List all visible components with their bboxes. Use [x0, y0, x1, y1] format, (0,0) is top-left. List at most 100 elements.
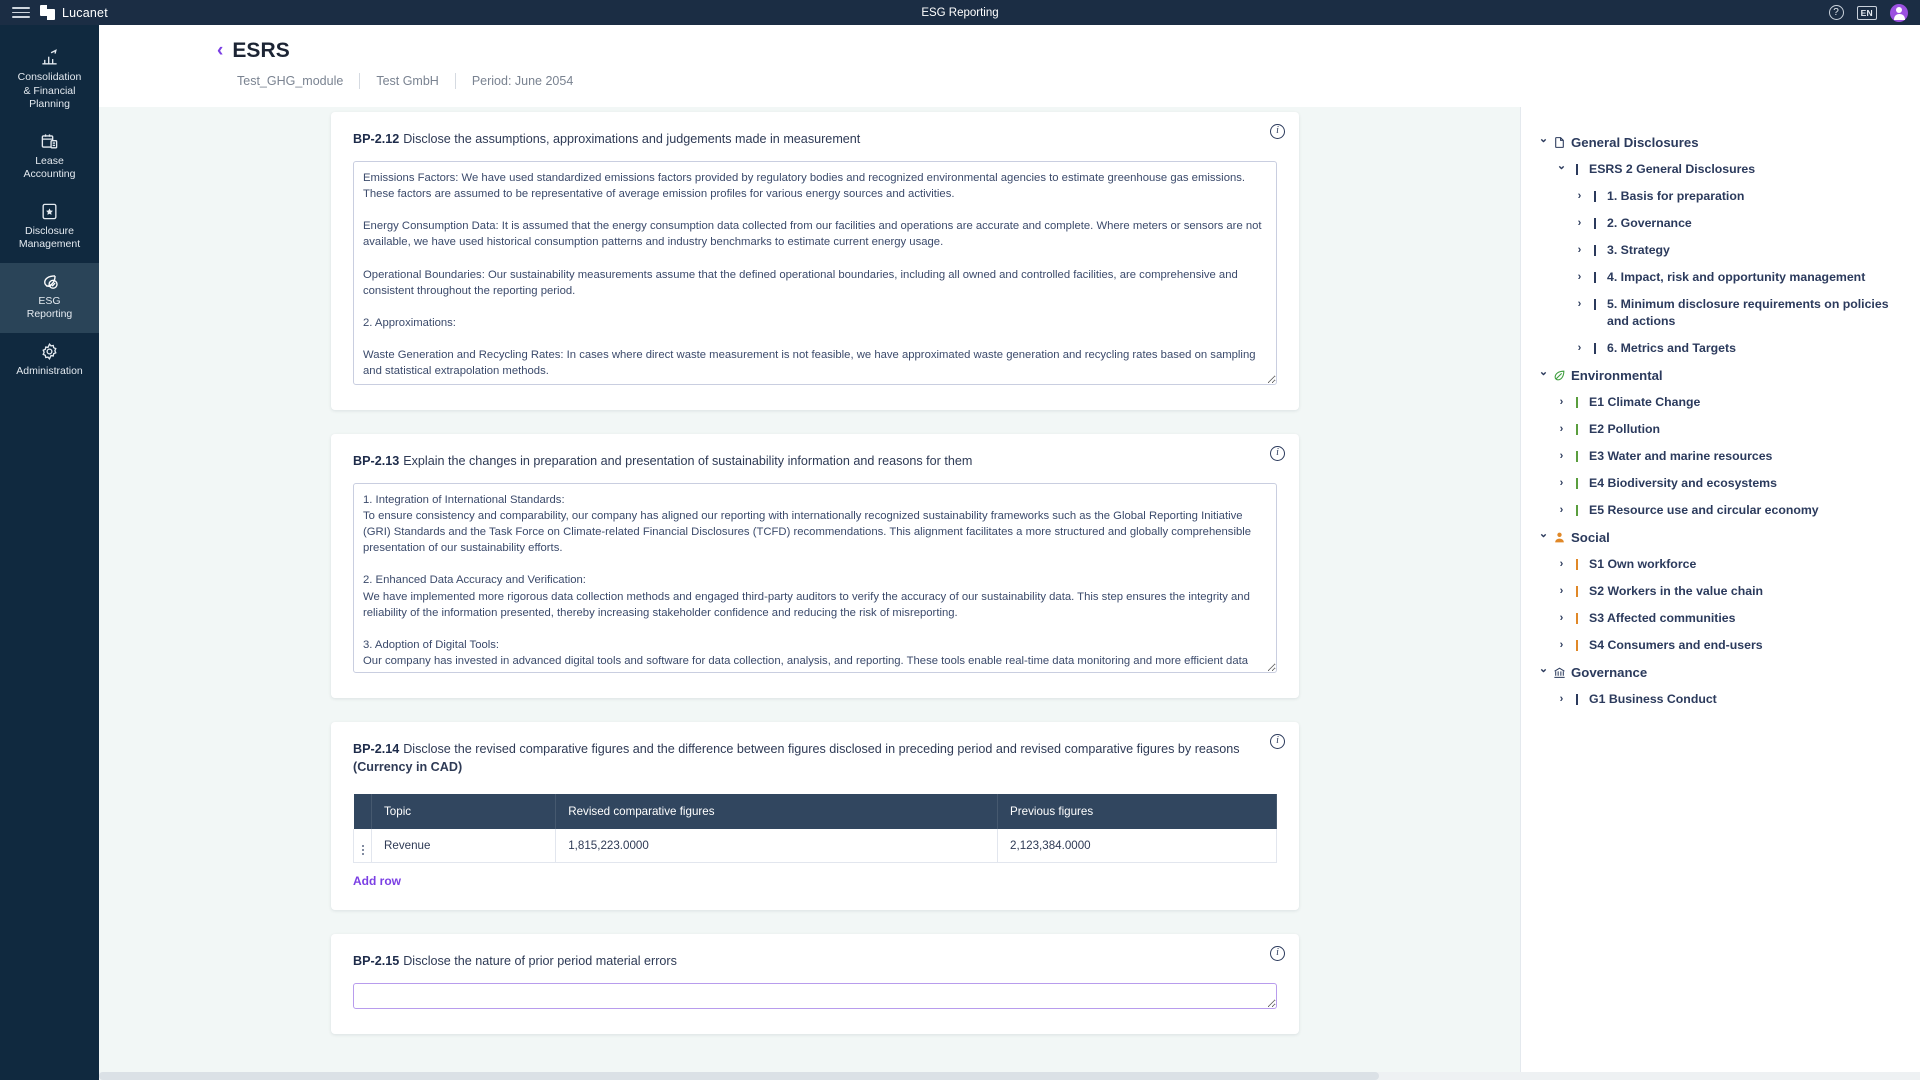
- chevron-right-icon[interactable]: [1555, 421, 1568, 438]
- chevron-right-icon[interactable]: [1555, 583, 1568, 600]
- breadcrumb-item-2[interactable]: Period: June 2054: [472, 74, 573, 88]
- tree-item-label: Governance: [1571, 665, 1648, 680]
- info-icon[interactable]: i: [1270, 124, 1285, 139]
- info-icon[interactable]: i: [1270, 946, 1285, 961]
- tree-item-e1-climate-change[interactable]: E1 Climate Change: [1535, 389, 1910, 416]
- horizontal-scrollbar-thumb[interactable]: [99, 1072, 1379, 1080]
- tree-item-label: 2. Governance: [1607, 216, 1692, 230]
- chevron-right-icon[interactable]: [1555, 448, 1568, 465]
- table-cell[interactable]: 2,123,384.0000: [997, 829, 1277, 863]
- tree-item-esrs-2-general-disclosures[interactable]: ESRS 2 General Disclosures: [1535, 156, 1910, 183]
- tree-item-g1-business-conduct[interactable]: G1 Business Conduct: [1535, 686, 1910, 713]
- brand[interactable]: Lucanet: [40, 5, 108, 20]
- card-code: BP-2.13: [353, 454, 400, 468]
- bar-green-icon: [1568, 421, 1586, 438]
- sidebar-item-disclosure-management[interactable]: Disclosure Management: [0, 193, 99, 263]
- card-code: BP-2.15: [353, 954, 400, 968]
- bar-orange-icon: [1568, 583, 1586, 600]
- chevron-right-icon[interactable]: [1555, 610, 1568, 627]
- tree-item-label: 1. Basis for preparation: [1607, 189, 1745, 203]
- brand-label: Lucanet: [62, 5, 108, 20]
- breadcrumb-item-0[interactable]: Test_GHG_module: [237, 74, 343, 88]
- info-icon[interactable]: i: [1270, 446, 1285, 461]
- avatar[interactable]: [1890, 3, 1908, 22]
- tree-item-s1-own-workforce[interactable]: S1 Own workforce: [1535, 551, 1910, 578]
- horizontal-scrollbar[interactable]: [99, 1072, 1920, 1080]
- tree-item-s2-workers-in-the-value-chain[interactable]: S2 Workers in the value chain: [1535, 578, 1910, 605]
- language-button[interactable]: EN: [1856, 5, 1877, 20]
- tree-item-label: ESRS 2 General Disclosures: [1589, 162, 1756, 176]
- chevron-right-icon[interactable]: [1573, 269, 1586, 286]
- table-header-row: Topic Revised comparative figures Previous…: [353, 794, 1277, 829]
- page-title: ESRS: [232, 39, 290, 62]
- leaf-check-icon: [5, 272, 94, 291]
- answer-textarea[interactable]: [353, 483, 1277, 673]
- chevron-right-icon[interactable]: [1555, 556, 1568, 573]
- tree-item-label: E3 Water and marine resources: [1589, 449, 1773, 463]
- card-title-text: Explain the changes in preparation and p…: [403, 454, 973, 468]
- card-title: BP-2.12 Disclose the assumptions, approxi…: [353, 130, 1277, 148]
- add-row-button[interactable]: Add row: [353, 874, 401, 888]
- breadcrumb-separator: [454, 73, 456, 89]
- tree-item-5-minimum-disclosure-requirements-on-pol[interactable]: 5. Minimum disclosure requirements on po…: [1535, 291, 1910, 335]
- answer-textarea[interactable]: [353, 983, 1277, 1009]
- back-chevron-icon[interactable]: ‹: [217, 41, 223, 60]
- help-icon[interactable]: ?: [1828, 5, 1844, 20]
- breadcrumb-item-1[interactable]: Test GmbH: [376, 74, 439, 88]
- tree-item-governance[interactable]: Governance: [1535, 659, 1910, 686]
- answer-textarea[interactable]: [353, 161, 1277, 385]
- bar-navy-icon: [1568, 691, 1586, 708]
- tree-item-3-strategy[interactable]: 3. Strategy: [1535, 237, 1910, 264]
- table-cell[interactable]: Revenue: [370, 829, 557, 863]
- document-star-icon: [5, 202, 94, 221]
- chevron-right-icon[interactable]: [1555, 475, 1568, 492]
- tree-item-s4-consumers-and-end-users[interactable]: S4 Consumers and end-users: [1535, 632, 1910, 659]
- chevron-down-icon[interactable]: [1555, 161, 1568, 178]
- card-code: BP-2.14: [353, 742, 400, 756]
- main-content: i BP-2.12 Disclose the assumptions, approx…: [99, 107, 1520, 1073]
- chevron-right-icon[interactable]: [1555, 637, 1568, 654]
- tree-item-4-impact-risk-and-opportunity-management[interactable]: 4. Impact, risk and opportunity manageme…: [1535, 264, 1910, 291]
- hamburger-icon[interactable]: [12, 6, 30, 20]
- tree-item-e4-biodiversity-and-ecosystems[interactable]: E4 Biodiversity and ecosystems: [1535, 470, 1910, 497]
- bar-navy-icon: [1568, 161, 1586, 178]
- tree-item-s3-affected-communities[interactable]: S3 Affected communities: [1535, 605, 1910, 632]
- tree-item-label: Environmental: [1571, 368, 1663, 383]
- chevron-right-icon[interactable]: [1555, 502, 1568, 519]
- chevron-right-icon[interactable]: [1555, 394, 1568, 411]
- chevron-down-icon[interactable]: [1537, 134, 1550, 151]
- bar-navy-icon: [1586, 215, 1604, 232]
- table-cell[interactable]: 1,815,223.0000: [555, 829, 999, 863]
- sidebar-item-consolidation-financial-planning[interactable]: Consolidation & Financial Planning: [0, 39, 99, 123]
- tree-item-e5-resource-use-and-circular-economy[interactable]: E5 Resource use and circular economy: [1535, 497, 1910, 524]
- tree-item-environmental[interactable]: Environmental: [1535, 362, 1910, 389]
- tree-item-social[interactable]: Social: [1535, 524, 1910, 551]
- info-icon[interactable]: i: [1270, 734, 1285, 749]
- chevron-down-icon[interactable]: [1537, 664, 1550, 681]
- chevron-right-icon[interactable]: [1573, 215, 1586, 232]
- tree-item-2-governance[interactable]: 2. Governance: [1535, 210, 1910, 237]
- chevron-right-icon[interactable]: [1573, 340, 1586, 357]
- tree-item-e3-water-and-marine-resources[interactable]: E3 Water and marine resources: [1535, 443, 1910, 470]
- primary-sidebar: Consolidation & Financial Planning Lease Acc…: [0, 25, 99, 1080]
- drag-dots-icon[interactable]: [353, 829, 372, 863]
- table-handle-header: [353, 794, 372, 829]
- tree-item-e2-pollution[interactable]: E2 Pollution: [1535, 416, 1910, 443]
- bar-green-icon: [1568, 448, 1586, 465]
- disclosure-card-bp-2-15: i BP-2.15 Disclose the nature of prior per…: [331, 934, 1299, 1034]
- app-title: ESG Reporting: [921, 6, 999, 19]
- chevron-right-icon[interactable]: [1573, 242, 1586, 259]
- chevron-right-icon[interactable]: [1555, 691, 1568, 708]
- sidebar-item-lease-accounting[interactable]: Lease Accounting: [0, 123, 99, 193]
- chevron-down-icon[interactable]: [1537, 529, 1550, 546]
- sidebar-item-administration[interactable]: Administration: [0, 333, 99, 390]
- tree-item-1-basis-for-preparation[interactable]: 1. Basis for preparation: [1535, 183, 1910, 210]
- tree-item-6-metrics-and-targets[interactable]: 6. Metrics and Targets: [1535, 335, 1910, 362]
- tree-item-general-disclosures[interactable]: General Disclosures: [1535, 129, 1910, 156]
- chevron-down-icon[interactable]: [1537, 367, 1550, 384]
- sidebar-item-esg-reporting[interactable]: ESG Reporting: [0, 262, 99, 333]
- chevron-right-icon[interactable]: [1573, 188, 1586, 205]
- bar-navy-icon: [1586, 242, 1604, 259]
- page-title-row: ‹ ESRS: [99, 25, 1920, 63]
- chevron-right-icon[interactable]: [1573, 296, 1586, 313]
